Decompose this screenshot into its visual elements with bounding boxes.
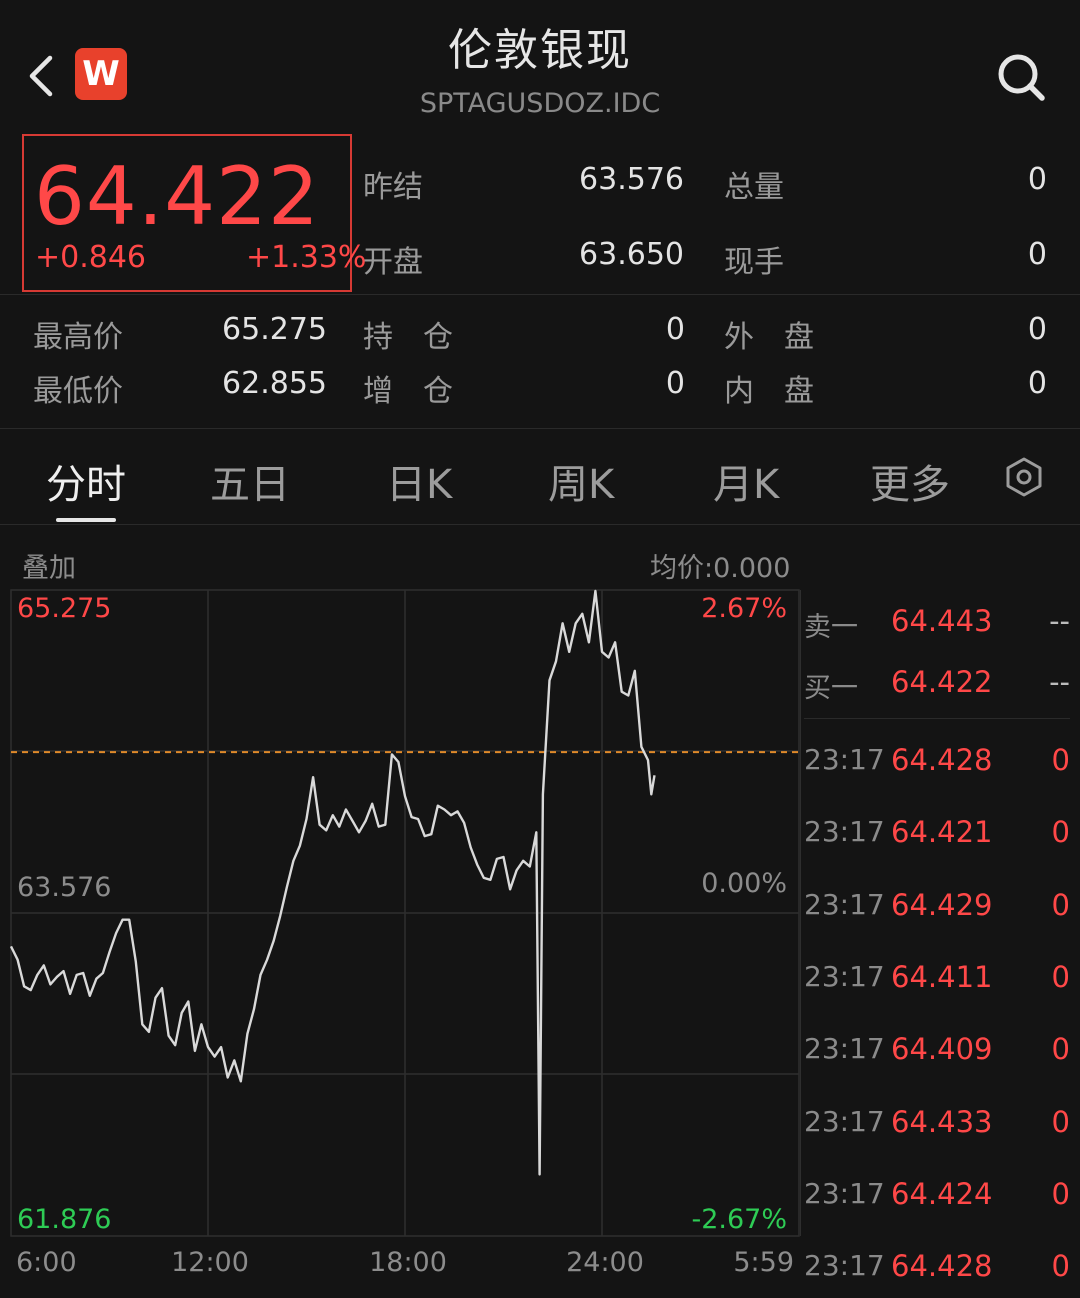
price-change: +0.846	[35, 240, 147, 275]
tick-price: 64.433	[891, 1105, 993, 1139]
tick-price: 64.421	[891, 815, 993, 849]
y-pct-high: 2.67%	[701, 593, 787, 624]
open-value: 63.650	[579, 237, 684, 272]
tab-more[interactable]: 更多	[870, 452, 950, 510]
low-label: 最低价	[33, 374, 123, 409]
tick-time: 23:17	[804, 1105, 885, 1138]
buy1-volume: --	[1049, 665, 1070, 699]
tick-volume: 0	[1051, 888, 1070, 922]
outer-label: 外 盘	[724, 320, 814, 355]
search-button[interactable]	[994, 50, 1048, 104]
total-volume-value: 0	[1027, 162, 1047, 197]
price-change-pct: +1.33%	[246, 240, 367, 275]
hold-value: 0	[665, 312, 685, 347]
hexagon-settings-icon	[1006, 457, 1042, 497]
current-hand-label: 现手	[724, 245, 784, 280]
tab-weekly-k[interactable]: 周K	[548, 452, 614, 510]
tick-price: 64.409	[891, 1032, 993, 1066]
buy1-label: 买一	[804, 673, 858, 704]
tick-price: 64.428	[891, 743, 993, 777]
tick-time: 23:17	[804, 960, 885, 993]
chart-settings-button[interactable]	[1003, 456, 1045, 498]
x-label-2: 18:00	[369, 1247, 447, 1278]
y-pct-ref: 0.00%	[701, 868, 787, 899]
divider	[0, 428, 1080, 429]
tick-price: 64.411	[891, 960, 993, 994]
active-tab-indicator	[56, 518, 116, 522]
inner-value: 0	[1027, 366, 1047, 401]
tick-time: 23:17	[804, 743, 885, 776]
current-hand-value: 0	[1027, 237, 1047, 272]
x-label-0: 6:00	[16, 1247, 77, 1278]
sell1-label: 卖一	[804, 612, 858, 643]
x-label-1: 12:00	[171, 1247, 249, 1278]
tick-volume: 0	[1051, 1177, 1070, 1211]
hold-label: 持 仓	[363, 320, 453, 355]
y-label-ref: 63.576	[17, 872, 111, 903]
buy1-price: 64.422	[891, 665, 993, 699]
chart-grid	[10, 589, 800, 1237]
prev-settle-value: 63.576	[579, 162, 684, 197]
tick-volume: 0	[1051, 815, 1070, 849]
divider	[0, 524, 1080, 525]
x-label-3: 24:00	[566, 1247, 644, 1278]
tick-time: 23:17	[804, 815, 885, 848]
tick-volume: 0	[1051, 1032, 1070, 1066]
tab-daily-k[interactable]: 日K	[386, 452, 452, 510]
tab-monthly-k[interactable]: 月K	[713, 452, 779, 510]
total-volume-label: 总量	[724, 170, 784, 205]
x-label-4: 5:59	[733, 1247, 794, 1278]
tick-volume: 0	[1051, 1105, 1070, 1139]
page-title: 伦敦银现	[448, 25, 632, 76]
tick-volume: 0	[1051, 1249, 1070, 1283]
sell1-volume: --	[1049, 604, 1070, 638]
add-position-label: 增 仓	[363, 374, 453, 409]
search-icon	[998, 54, 1045, 101]
tick-time: 23:17	[804, 888, 885, 921]
inner-label: 内 盘	[724, 374, 814, 409]
tick-price: 64.424	[891, 1177, 993, 1211]
tick-price: 64.429	[891, 888, 993, 922]
tick-volume: 0	[1051, 960, 1070, 994]
y-label-high: 65.275	[17, 593, 111, 624]
tick-time: 23:17	[804, 1177, 885, 1210]
high-label: 最高价	[33, 320, 123, 355]
tab-five-day[interactable]: 五日	[210, 452, 290, 510]
tick-time: 23:17	[804, 1032, 885, 1065]
divider	[804, 718, 1070, 719]
open-label: 开盘	[363, 245, 423, 280]
prev-settle-label: 昨结	[363, 170, 423, 205]
divider	[0, 294, 1080, 295]
high-value: 65.275	[222, 312, 327, 347]
tab-intraday[interactable]: 分时	[46, 452, 126, 510]
intraday-chart[interactable]: 65.275 63.576 61.876 2.67% 0.00% -2.67% …	[0, 560, 800, 1298]
last-price: 64.422	[34, 150, 320, 243]
tick-price: 64.428	[891, 1249, 993, 1283]
y-pct-low: -2.67%	[691, 1204, 787, 1235]
symbol-code: SPTAGUSDOZ.IDC	[419, 88, 661, 119]
y-label-low: 61.876	[17, 1204, 111, 1235]
orderbook-divider	[800, 590, 801, 1236]
low-value: 62.855	[222, 366, 327, 401]
outer-value: 0	[1027, 312, 1047, 347]
add-position-value: 0	[665, 366, 685, 401]
tick-volume: 0	[1051, 743, 1070, 777]
sell1-price: 64.443	[891, 604, 993, 638]
tick-time: 23:17	[804, 1249, 885, 1282]
